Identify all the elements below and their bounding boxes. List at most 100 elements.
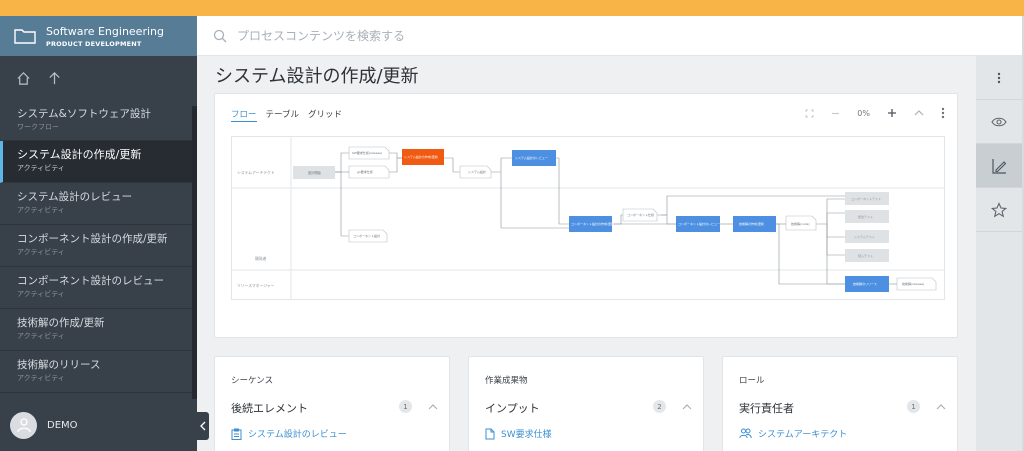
favorite-button[interactable] [976,188,1022,232]
more-vertical-icon[interactable] [941,107,945,119]
sidebar-item-label: 技術解の作成/更新 [17,317,105,329]
avatar [10,411,37,439]
sidebar-item[interactable]: コンポーネント設計の作成/更新アクティビティ [0,225,192,267]
sidebar-item-label: 技術解のリリース [17,359,101,371]
section-heading: ロール [739,376,765,386]
diagram-node-label: 統合テスト [858,214,873,219]
user-menu[interactable]: DEMO [0,399,197,451]
successor-link[interactable]: システム設計のレビュー [231,427,347,440]
section-heading: シーケンス [231,376,274,386]
flow-card: フロー テーブル グリッド 0% システムアーキテクト 開発者 リリースマネージ… [214,93,958,338]
diagram-node-label: 技術解(code) [791,221,810,226]
sidebar-item[interactable]: システム設計のレビューアクティビティ [0,183,192,225]
tab-flow[interactable]: フロー [231,108,257,122]
diagram-node-label: システム設計 [468,169,486,174]
diagram-node-label: 受入テスト [858,253,873,258]
roles-card: ロール 実行責任者 1 システムアーキテクト [722,356,958,451]
sidebar-item-label: システム設計のレビュー [17,191,133,203]
flow-diagram[interactable]: システムアーキテクト 開発者 リリースマネージャー 設計開始 SW要求仕様(re… [231,136,945,300]
count-badge: 2 [653,400,666,413]
diagram-node-label: システムテスト [854,234,875,239]
chevron-up-icon[interactable] [427,401,439,413]
edit-chart-icon [992,158,1007,174]
zoom-level: 0% [857,108,870,118]
sidebar-item-label: コンポーネント設計の作成/更新 [17,233,168,245]
user-name: DEMO [47,419,78,431]
view-tabs: フロー テーブル グリッド [231,108,342,122]
sidebar-item-type: アクティビティ [17,164,65,172]
collapse-sidebar-button[interactable] [197,412,209,440]
zoom-in-icon[interactable] [887,108,897,118]
tab-table[interactable]: テーブル [266,108,300,122]
sidebar-item[interactable]: システム&ソフトウェア設計 ワークフロー [0,103,192,141]
diagram-node-label: go要求仕様 [357,169,373,174]
diagram-node-label: 設計開始 [308,170,322,175]
sidebar-item-type: アクティビティ [17,374,65,382]
sidebar-item[interactable]: コンポーネント設計のレビュー アクティビティ [0,267,192,309]
sidebar-item-type: ワークフロー [17,123,59,131]
chevron-left-icon [200,421,206,431]
page-title: システム設計の作成/更新 [215,66,419,87]
diagram-node-label: コンポーネント仕様 [627,212,654,217]
zoom-out-icon[interactable] [831,109,840,118]
project-subtitle: PRODUCT DEVELOPMENT [46,39,142,48]
chevron-up-icon[interactable] [935,401,947,413]
link-label: システム設計のレビュー [248,430,347,440]
star-icon [991,201,1007,217]
lane-label: システムアーキテクト [237,170,275,175]
diagram-node-label: コンポーネント設計 [353,233,380,238]
input-link[interactable]: SW要求仕様 [485,427,552,440]
diagram-node-label: コンポーネント設計の作成/更新 [571,221,614,226]
lane-label: リリースマネージャー [237,283,275,288]
sidebar-scrollbar[interactable] [192,106,197,406]
link-label: システムアーキテクト [758,430,848,440]
diagram-node-label: 技術解(release) [902,281,924,286]
top-accent-bar [0,0,1024,16]
sidebar-item-label: システム設計の作成/更新 [17,148,142,161]
more-options-button[interactable] [976,56,1022,100]
fullscreen-icon[interactable] [805,109,814,118]
count-badge: 1 [907,400,920,413]
diagram-node-label: SW要求仕様(release) [352,150,382,155]
sidebar-item-type: アクティビティ [17,206,65,214]
diagram-node-label: 技術解のリリース [853,281,877,286]
lane-label: 開発者 [255,256,267,261]
link-label: SW要求仕様 [501,430,552,440]
people-icon [739,428,752,439]
tab-grid[interactable]: グリッド [308,108,342,122]
section-subheading: インプット [485,402,540,415]
clipboard-icon [231,428,242,440]
right-toolbar [976,56,1022,451]
sidebar-item-label: コンポーネント設計のレビュー [17,275,164,287]
document-icon [485,428,495,439]
preview-button[interactable] [976,100,1022,144]
role-link[interactable]: システムアーキテクト [739,427,847,440]
more-vertical-icon [997,72,1001,83]
eye-icon [991,117,1007,126]
search-input[interactable]: プロセスコンテンツを検索する [237,27,405,44]
diagram-toolbar: 0% [805,107,945,119]
work-products-card: 作業成果物 インプット 2 SW要求仕様 [468,356,704,451]
diagram-node-label: コンポーネントテスト [851,196,881,201]
chevron-up-icon[interactable] [914,109,924,117]
diagram-node-label: コンポーネント設計のレビュー [678,221,720,226]
diagram-node-label: システム設計の作成/更新 [404,154,438,159]
diagram-node-label: 技術解の作成/更新 [739,221,764,226]
sidebar-list: システム&ソフトウェア設計 ワークフロー システム設計の作成/更新 アクティビティ シス… [0,103,192,393]
sidebar-item[interactable]: 技術解の作成/更新アクティビティ [0,309,192,351]
annotate-button[interactable] [976,144,1022,188]
search-icon [213,29,227,42]
chevron-up-icon[interactable] [681,401,693,413]
folder-icon [14,29,36,44]
home-icon[interactable] [16,71,31,86]
section-heading: 作業成果物 [485,376,528,386]
sidebar-item-type: アクティビティ [17,248,65,256]
section-subheading: 後続エレメント [231,402,308,415]
sidebar-item-type: アクティビティ [17,332,65,340]
sidebar-item[interactable]: システム設計の作成/更新アクティビティ [0,141,192,183]
project-header[interactable]: Software Engineering PRODUCT DEVELOPMENT [0,16,197,56]
sidebar-item[interactable]: 技術解のリリースアクティビティ [0,351,192,393]
search-bar[interactable]: プロセスコンテンツを検索する [197,16,1022,56]
arrow-up-icon[interactable] [47,71,62,86]
diagram-node-label: システム設計のレビュー [515,155,548,160]
